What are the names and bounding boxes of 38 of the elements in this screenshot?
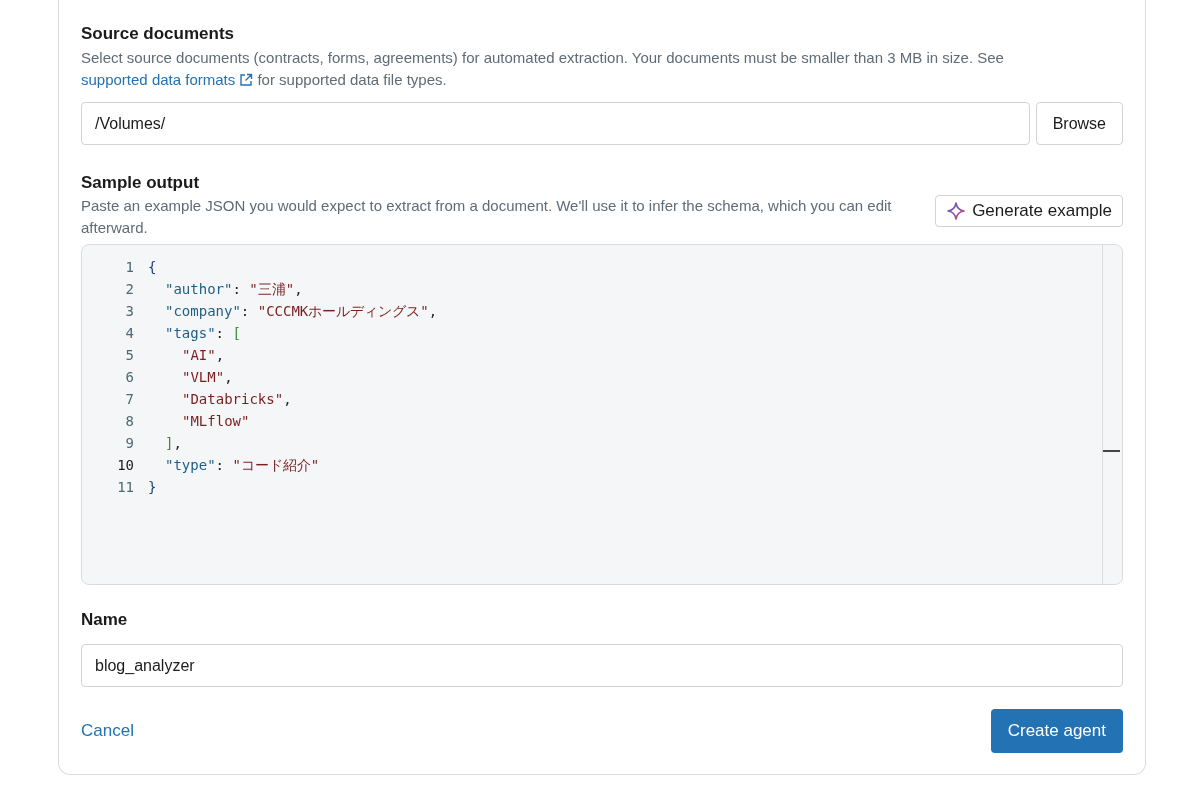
code-line: } [147, 478, 157, 497]
code-editor[interactable]: 1 { 2 "author": "三浦", 3 "company": "CCCMKホールディングス", 4 "tags": [ 5 "AI", 6 "VLM", 7 "Databricks", 8 "MLflow" 9 ], 10 "type": "コード紹介" 11 } [81, 244, 1123, 585]
line-number: 2 [124, 280, 135, 299]
line-number: 10 [116, 456, 135, 475]
code-line: ], [164, 434, 182, 453]
external-link-icon [239, 73, 254, 87]
browse-button[interactable]: Browse [1035, 102, 1123, 145]
code-line: "type": "コード紹介" [164, 456, 320, 475]
section-title: Source documents [81, 23, 236, 45]
section-title: Sample output [81, 172, 201, 194]
sparkle-icon [946, 201, 967, 221]
line-number: 9 [124, 434, 135, 453]
name-input-field[interactable]: blog_analyzer [81, 644, 1123, 687]
field-label: Name [81, 609, 129, 631]
code-line: { [147, 258, 157, 277]
supported-formats-link[interactable]: supported data formats [81, 69, 254, 91]
cancel-link[interactable]: Cancel [81, 718, 134, 744]
code-line: "Databricks", [181, 390, 292, 409]
line-number: 4 [124, 324, 135, 343]
code-line: "author": "三浦", [164, 280, 303, 299]
line-number: 7 [124, 390, 135, 409]
section-description: Select source documents (contracts, forms, agreements) for automated extraction. Your documents must be smaller than 3 MB in size. See supported data formats for supported data file types. [81, 47, 1123, 91]
path-input-field[interactable]: /Volumes/ [81, 102, 1030, 145]
create-agent-button[interactable]: Create agent [990, 709, 1123, 753]
line-number: 1 [124, 258, 135, 277]
code-line: "MLflow" [181, 412, 250, 431]
line-number: 6 [124, 368, 135, 387]
code-line: "tags": [ [164, 324, 241, 343]
line-number: 3 [124, 302, 135, 321]
line-number: 11 [116, 478, 135, 497]
code-line: "VLM", [181, 368, 233, 387]
line-number: 8 [124, 412, 135, 431]
line-number: 5 [124, 346, 135, 365]
cursor-marker [1103, 450, 1120, 452]
code-line: "AI", [181, 346, 225, 365]
section-description: Paste an example JSON you would expect to extract from a document. We'll use it to infer the schema, which you can edit afterward. [81, 196, 893, 238]
generate-example-button[interactable]: Generate example [935, 195, 1123, 227]
code-line: "company": "CCCMKホールディングス", [164, 302, 438, 321]
